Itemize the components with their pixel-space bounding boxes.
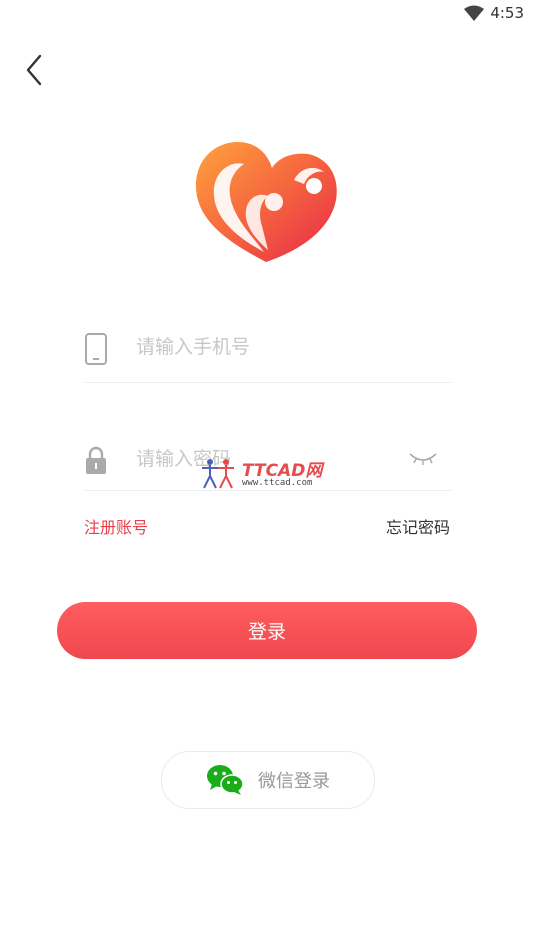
back-button[interactable] [18, 52, 50, 88]
watermark-url: www.ttcad.com [242, 478, 313, 488]
phone-input[interactable] [134, 328, 398, 366]
chevron-left-icon [26, 54, 42, 86]
phone-icon [85, 333, 107, 365]
login-button[interactable]: 登录 [57, 602, 477, 659]
forgot-password-link[interactable]: 忘记密码 [386, 514, 450, 538]
watermark-figures-icon [202, 459, 234, 489]
wechat-icon [207, 765, 244, 795]
lock-icon [86, 446, 106, 474]
wifi-icon [464, 5, 484, 21]
eye-closed-icon[interactable] [408, 448, 438, 468]
wechat-login-label: 微信登录 [258, 771, 330, 792]
register-link[interactable]: 注册账号 [84, 514, 148, 538]
status-time: 4:53 [490, 4, 524, 22]
watermark: TTCAD网 www.ttcad.com [198, 456, 338, 490]
wechat-login-button[interactable]: 微信登录 [161, 751, 375, 809]
phone-field-row [84, 318, 452, 383]
status-bar: 4:53 [0, 0, 534, 30]
app-logo [196, 142, 337, 262]
